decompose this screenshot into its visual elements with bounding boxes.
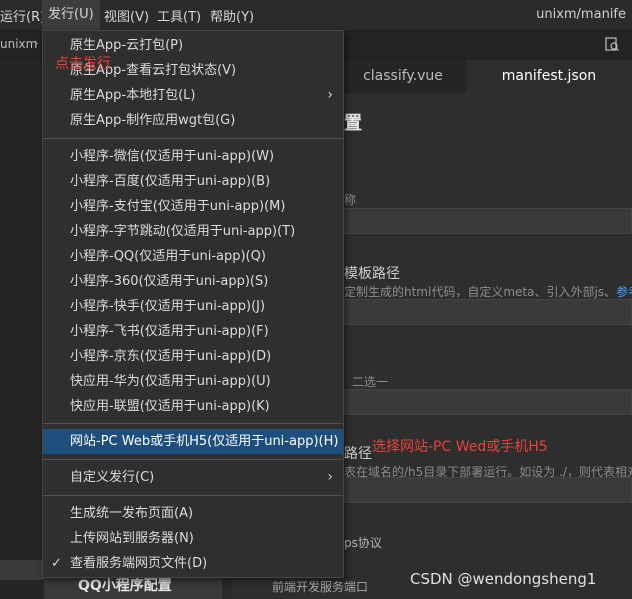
menu-help[interactable]: 帮助(Y) <box>210 6 254 25</box>
tab-manifest[interactable]: manifest.json <box>466 60 632 93</box>
menu-item-mp-baidu[interactable]: 小程序-百度(仅适用于uni-app)(B) <box>43 169 343 194</box>
name-field[interactable] <box>344 208 632 234</box>
annotation-select-h5: 选择网站-PC Wed或手机H5 <box>372 439 548 455</box>
template-title: 模板路径 <box>344 266 400 282</box>
menu-item-mp-qq[interactable]: 小程序-QQ(仅适用于uni-app)(Q) <box>43 244 343 269</box>
template-desc: 定制生成的html代码，自定义meta、引入外部js、参考 <box>344 283 632 300</box>
sidebar-selected-row[interactable] <box>0 560 44 580</box>
router-field[interactable] <box>344 389 632 415</box>
menu-item-custom-publish[interactable]: 自定义发行(C) › <box>43 465 343 490</box>
sidebar <box>0 60 44 599</box>
chevron-right-icon: › <box>34 36 39 50</box>
menu-separator <box>43 138 343 139</box>
qq-config-label[interactable]: QQ小程序配置 <box>78 575 172 595</box>
name-hint: 称 <box>344 193 357 207</box>
check-icon: ✓ <box>51 556 62 571</box>
annotation-click-publish: 点击发行 <box>55 56 111 72</box>
breadcrumb[interactable]: unixm <box>0 37 37 51</box>
menu-item-mp-alipay[interactable]: 小程序-支付宝(仅适用于uni-app)(M) <box>43 194 343 219</box>
menu-item-mp-kuaishou[interactable]: 小程序-快手(仅适用于uni-app)(J) <box>43 294 343 319</box>
window-title: unixm/manife <box>536 7 626 22</box>
menu-item-mp-toutiao[interactable]: 小程序-字节跳动(仅适用于uni-app)(T) <box>43 219 343 244</box>
menu-view[interactable]: 视图(V) <box>104 6 149 25</box>
submenu-arrow-icon: › <box>327 469 333 485</box>
publish-dropdown-menu: 原生App-云打包(P) 原生App-查看云打包状态(V) 原生App-本地打包… <box>42 30 344 578</box>
menu-item-web-h5[interactable]: 网站-PC Web或手机H5(仅适用于uni-app)(H) <box>43 429 343 454</box>
menu-bar: 运行(R) 发行(U) 视图(V) 工具(T) 帮助(Y) unixm/mani… <box>0 0 632 31</box>
tab-classify[interactable]: classify.vue <box>344 60 462 93</box>
menu-tools[interactable]: 工具(T) <box>157 6 201 25</box>
watermark: CSDN @wendongsheng1 <box>410 570 597 588</box>
menu-item-view-server-files[interactable]: ✓ 查看服务端网页文件(D) <box>43 551 343 576</box>
choose-one-hint: 二选一 <box>352 375 389 389</box>
menu-item-mp-jd[interactable]: 小程序-京东(仅适用于uni-app)(D) <box>43 344 343 369</box>
menu-item-mp-lark[interactable]: 小程序-飞书(仅适用于uni-app)(F) <box>43 319 343 344</box>
editor-tabs: classify.vue manifest.json <box>344 60 632 93</box>
menu-publish[interactable]: 发行(U) <box>42 0 100 30</box>
path-field[interactable] <box>344 477 632 503</box>
menu-item-app-wgt[interactable]: 原生App-制作应用wgt包(G) <box>43 108 343 133</box>
menu-separator <box>43 459 343 460</box>
port-label: 前端开发服务端口 <box>272 580 369 594</box>
menu-item-quickapp-huawei[interactable]: 快应用-华为(仅适用于uni-app)(U) <box>43 369 343 394</box>
manifest-editor: 置 称 模板路径 定制生成的html代码，自定义meta、引入外部js、参考 二… <box>344 93 632 599</box>
menu-item-mp-360[interactable]: 小程序-360(仅适用于uni-app)(S) <box>43 269 343 294</box>
menu-item-app-local-pack[interactable]: 原生App-本地打包(L) › <box>43 83 343 108</box>
template-field[interactable] <box>344 299 632 325</box>
submenu-arrow-icon: › <box>327 87 333 103</box>
menu-separator <box>43 423 343 424</box>
reference-link[interactable]: 参考 <box>616 285 632 299</box>
preview-icon[interactable] <box>604 36 620 52</box>
section-heading: 置 <box>344 113 362 134</box>
https-label: ps协议 <box>344 536 382 550</box>
menu-item-upload-to-server[interactable]: 上传网站到服务器(N) <box>43 526 343 551</box>
path-title: 路径 <box>344 446 372 462</box>
menu-item-mp-weixin[interactable]: 小程序-微信(仅适用于uni-app)(W) <box>43 144 343 169</box>
menu-item-generate-release-page[interactable]: 生成统一发布页面(A) <box>43 501 343 526</box>
menu-item-quickapp-union[interactable]: 快应用-联盟(仅适用于uni-app)(K) <box>43 394 343 419</box>
menu-separator <box>43 495 343 496</box>
menu-run[interactable]: 运行(R) <box>0 6 45 25</box>
